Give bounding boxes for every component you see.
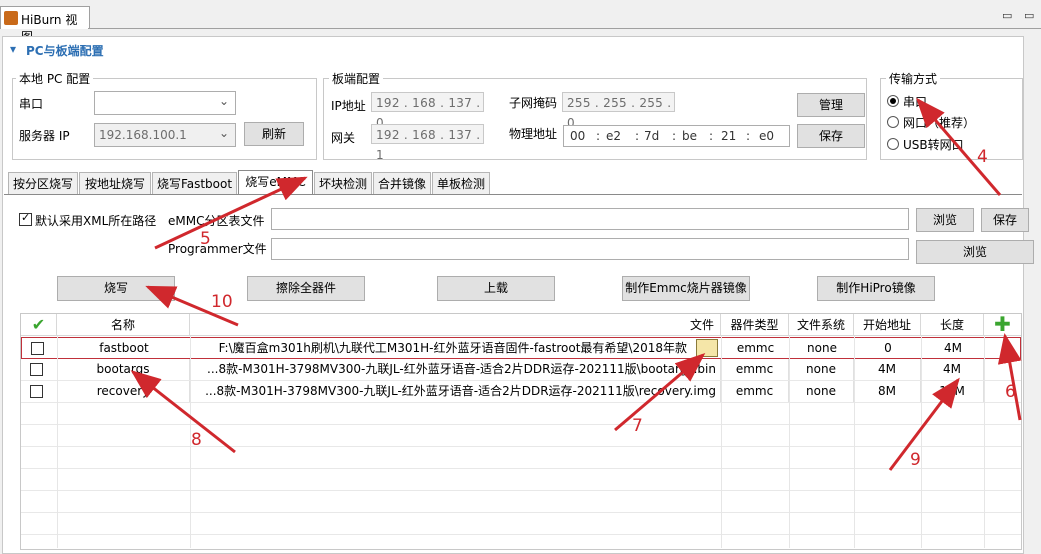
arrow-5 — [154, 176, 308, 250]
annotation-10: 10 — [211, 292, 233, 312]
arrow-6 — [997, 333, 1022, 421]
annotation-7: 7 — [632, 416, 643, 436]
annotation-arrows — [130, 97, 1022, 471]
annotation-9: 9 — [910, 450, 921, 470]
annotation-5: 5 — [200, 229, 211, 249]
annotation-8: 8 — [191, 430, 202, 450]
arrow-9 — [888, 377, 960, 471]
annotation-6: 6 — [1005, 382, 1016, 402]
annotation-4: 4 — [977, 147, 988, 167]
arrow-7 — [614, 353, 706, 432]
arrow-8 — [130, 370, 236, 454]
